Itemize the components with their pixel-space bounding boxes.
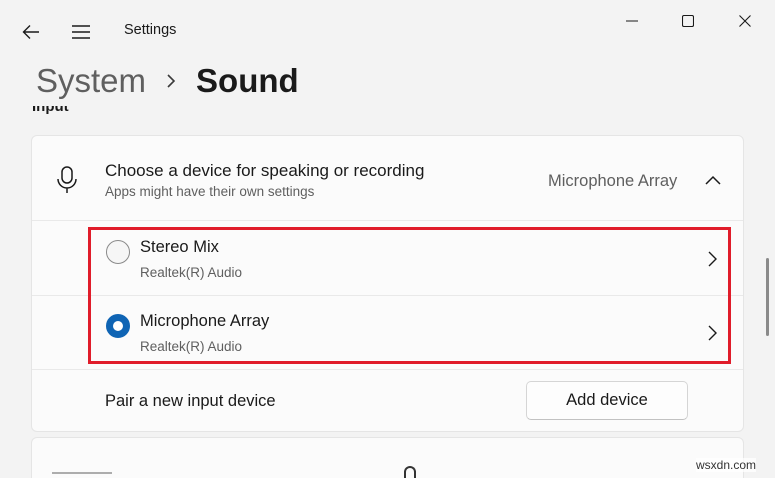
title-bar: Settings — [0, 0, 775, 60]
maximize-button[interactable] — [668, 6, 708, 36]
watermark: wsxdn.com — [696, 458, 757, 472]
page-title: Sound — [196, 62, 299, 99]
breadcrumb-parent[interactable]: System — [36, 62, 146, 100]
volume-icon — [404, 466, 416, 478]
volume-label-partial — [52, 472, 112, 478]
microphone-icon — [57, 166, 77, 193]
volume-card — [31, 437, 744, 478]
close-button[interactable] — [723, 6, 767, 36]
hamburger-icon — [72, 25, 90, 39]
chevron-right-icon — [166, 73, 176, 89]
add-device-button[interactable]: Add device — [526, 381, 688, 420]
input-device-header[interactable]: Choose a device for speaking or recordin… — [32, 136, 743, 221]
app-title: Settings — [124, 22, 177, 38]
arrow-left-icon — [22, 25, 39, 39]
maximize-icon — [682, 15, 694, 27]
pair-input-device-row: Pair a new input device Add device — [32, 370, 743, 431]
breadcrumb: System Sound — [36, 58, 299, 104]
section-label: Input — [32, 106, 69, 126]
close-icon — [739, 15, 751, 27]
scrollbar-thumb[interactable] — [766, 258, 769, 336]
header-subtitle: Apps might have their own settings — [105, 184, 315, 199]
minimize-button[interactable] — [612, 6, 652, 36]
chevron-up-icon[interactable] — [702, 170, 724, 190]
minimize-icon — [626, 20, 638, 22]
pair-device-label: Pair a new input device — [105, 392, 276, 410]
section-label-text: Input — [32, 106, 69, 115]
red-highlight-box — [88, 227, 731, 364]
selected-device-value: Microphone Array — [548, 172, 678, 190]
header-title: Choose a device for speaking or recordin… — [105, 161, 425, 180]
menu-button[interactable] — [64, 16, 98, 48]
back-button[interactable] — [14, 16, 48, 48]
